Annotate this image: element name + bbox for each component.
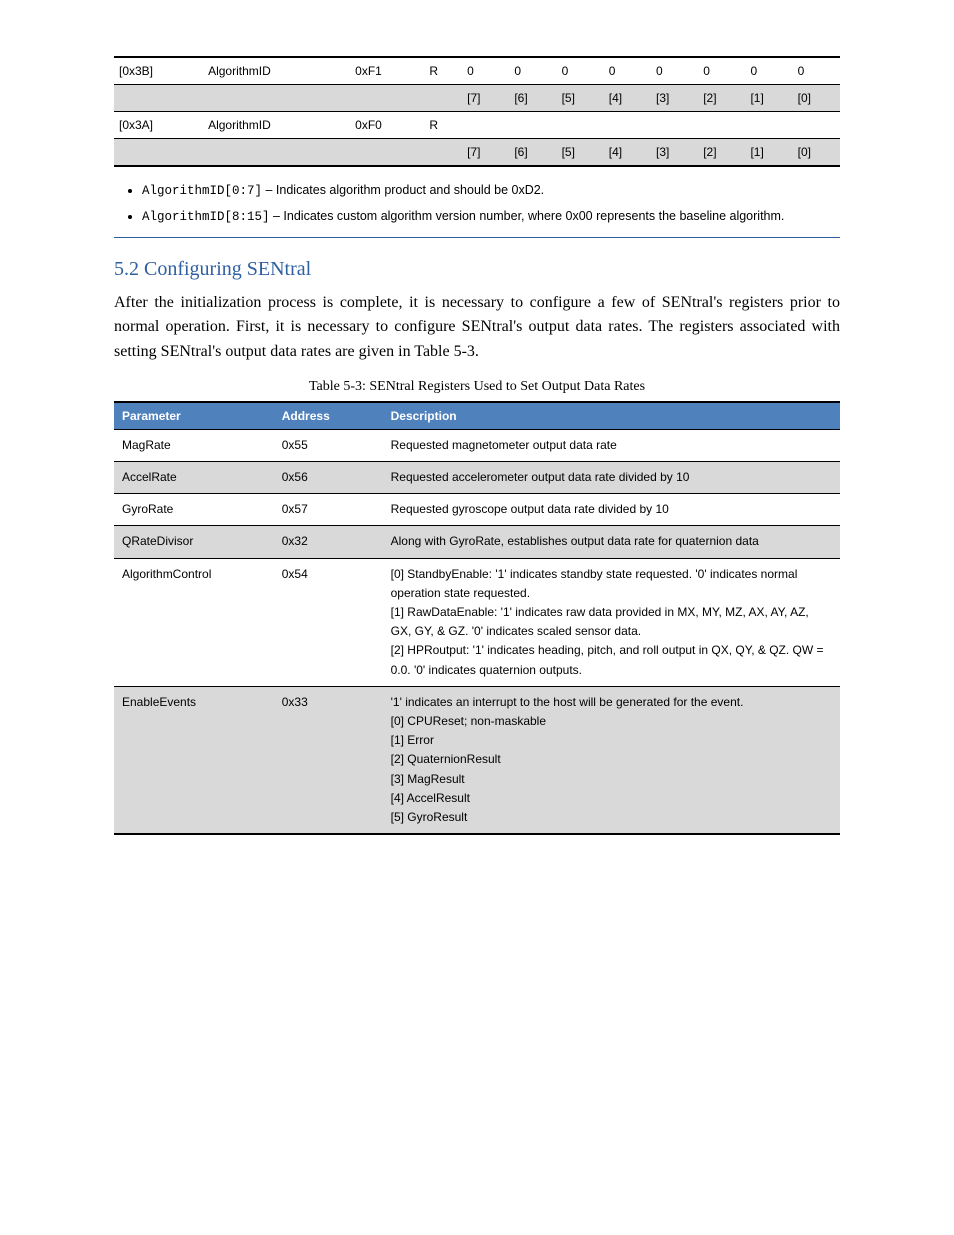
th-address: Address [274, 402, 383, 430]
t1-cell: [4] [604, 139, 651, 167]
cell-parameter: AlgorithmControl [114, 558, 274, 686]
table-row: AccelRate 0x56 Requested accelerometer o… [114, 462, 840, 494]
t1-cell: 0 [651, 57, 698, 85]
th-parameter: Parameter [114, 402, 274, 430]
t1-cell [651, 112, 698, 139]
t1-cell: AlgorithmID [203, 57, 350, 85]
t1-cell [424, 85, 462, 112]
t1-cell: [4] [604, 85, 651, 112]
t1-cell [350, 85, 424, 112]
legend-desc: – Indicates algorithm product and should… [262, 183, 544, 197]
t1-cell: [1] [745, 85, 792, 112]
t1-cell [203, 85, 350, 112]
table-row: QRateDivisor 0x32 Along with GyroRate, e… [114, 526, 840, 558]
t1-cell: [0x3A] [114, 112, 203, 139]
t1-cell [203, 139, 350, 167]
legend-key: AlgorithmID[0:7] [142, 184, 262, 198]
t1-cell: 0 [557, 57, 604, 85]
cell-description: Requested magnetometer output data rate [383, 429, 840, 461]
cell-address: 0x54 [274, 558, 383, 686]
t1-cell: R [424, 57, 462, 85]
cell-parameter: AccelRate [114, 462, 274, 494]
t1-cell: [5] [557, 85, 604, 112]
t1-cell [557, 112, 604, 139]
t1-cell: 0 [462, 57, 509, 85]
t1-cell: [2] [698, 139, 745, 167]
table-row: MagRate 0x55 Requested magnetometer outp… [114, 429, 840, 461]
t1-cell: 0xF1 [350, 57, 424, 85]
t1-cell [793, 112, 840, 139]
legend-desc: – Indicates custom algorithm version num… [270, 209, 785, 223]
t1-cell [114, 139, 203, 167]
t1-cell: [0] [793, 139, 840, 167]
t1-cell: [0] [793, 85, 840, 112]
cell-description: Requested gyroscope output data rate div… [383, 494, 840, 526]
t1-cell [604, 112, 651, 139]
t1-cell: [5] [557, 139, 604, 167]
t1-cell: R [424, 112, 462, 139]
t1-cell: [7] [462, 139, 509, 167]
t1-cell [114, 85, 203, 112]
t1-cell: [1] [745, 139, 792, 167]
t1-cell [462, 112, 509, 139]
cell-description: [0] StandbyEnable: '1' indicates standby… [383, 558, 840, 686]
legend-list: AlgorithmID[0:7] – Indicates algorithm p… [114, 181, 840, 227]
t1-cell [509, 112, 556, 139]
t1-cell: 0 [698, 57, 745, 85]
table-row: EnableEvents 0x33 '1' indicates an inter… [114, 686, 840, 834]
cell-description: Requested accelerometer output data rate… [383, 462, 840, 494]
t1-cell [745, 112, 792, 139]
table-header-row: Parameter Address Description [114, 402, 840, 430]
t1-cell: AlgorithmID [203, 112, 350, 139]
register-bits-table: [0x3B] AlgorithmID 0xF1 R 0 0 0 0 0 0 0 … [114, 56, 840, 167]
t1-cell: [6] [509, 139, 556, 167]
t1-cell: 0 [604, 57, 651, 85]
t1-cell: 0 [745, 57, 792, 85]
legend-item: AlgorithmID[0:7] – Indicates algorithm p… [142, 181, 840, 201]
cell-parameter: QRateDivisor [114, 526, 274, 558]
section-heading: 5.2 Configuring SENtral [114, 258, 840, 281]
config-registers-table: Parameter Address Description MagRate 0x… [114, 401, 840, 835]
t1-cell [424, 139, 462, 167]
th-description: Description [383, 402, 840, 430]
t1-cell: [0x3B] [114, 57, 203, 85]
t1-cell: 0xF0 [350, 112, 424, 139]
divider [114, 237, 840, 238]
cell-address: 0x55 [274, 429, 383, 461]
t1-cell: 0 [509, 57, 556, 85]
t1-cell: 0 [793, 57, 840, 85]
t1-cell: [7] [462, 85, 509, 112]
cell-parameter: EnableEvents [114, 686, 274, 834]
t1-cell: [6] [509, 85, 556, 112]
cell-parameter: MagRate [114, 429, 274, 461]
t1-cell [698, 112, 745, 139]
table-row: AlgorithmControl 0x54 [0] StandbyEnable:… [114, 558, 840, 686]
t1-cell [350, 139, 424, 167]
table-row: GyroRate 0x57 Requested gyroscope output… [114, 494, 840, 526]
cell-address: 0x56 [274, 462, 383, 494]
table-caption: Table 5-3: SENtral Registers Used to Set… [114, 379, 840, 395]
legend-item: AlgorithmID[8:15] – Indicates custom alg… [142, 207, 840, 227]
cell-description: '1' indicates an interrupt to the host w… [383, 686, 840, 834]
cell-description: Along with GyroRate, establishes output … [383, 526, 840, 558]
t1-cell: [2] [698, 85, 745, 112]
cell-parameter: GyroRate [114, 494, 274, 526]
t1-cell: [3] [651, 139, 698, 167]
cell-address: 0x32 [274, 526, 383, 558]
cell-address: 0x57 [274, 494, 383, 526]
cell-address: 0x33 [274, 686, 383, 834]
body-paragraph: After the initialization process is comp… [114, 291, 840, 365]
t1-cell: [3] [651, 85, 698, 112]
legend-key: AlgorithmID[8:15] [142, 210, 270, 224]
